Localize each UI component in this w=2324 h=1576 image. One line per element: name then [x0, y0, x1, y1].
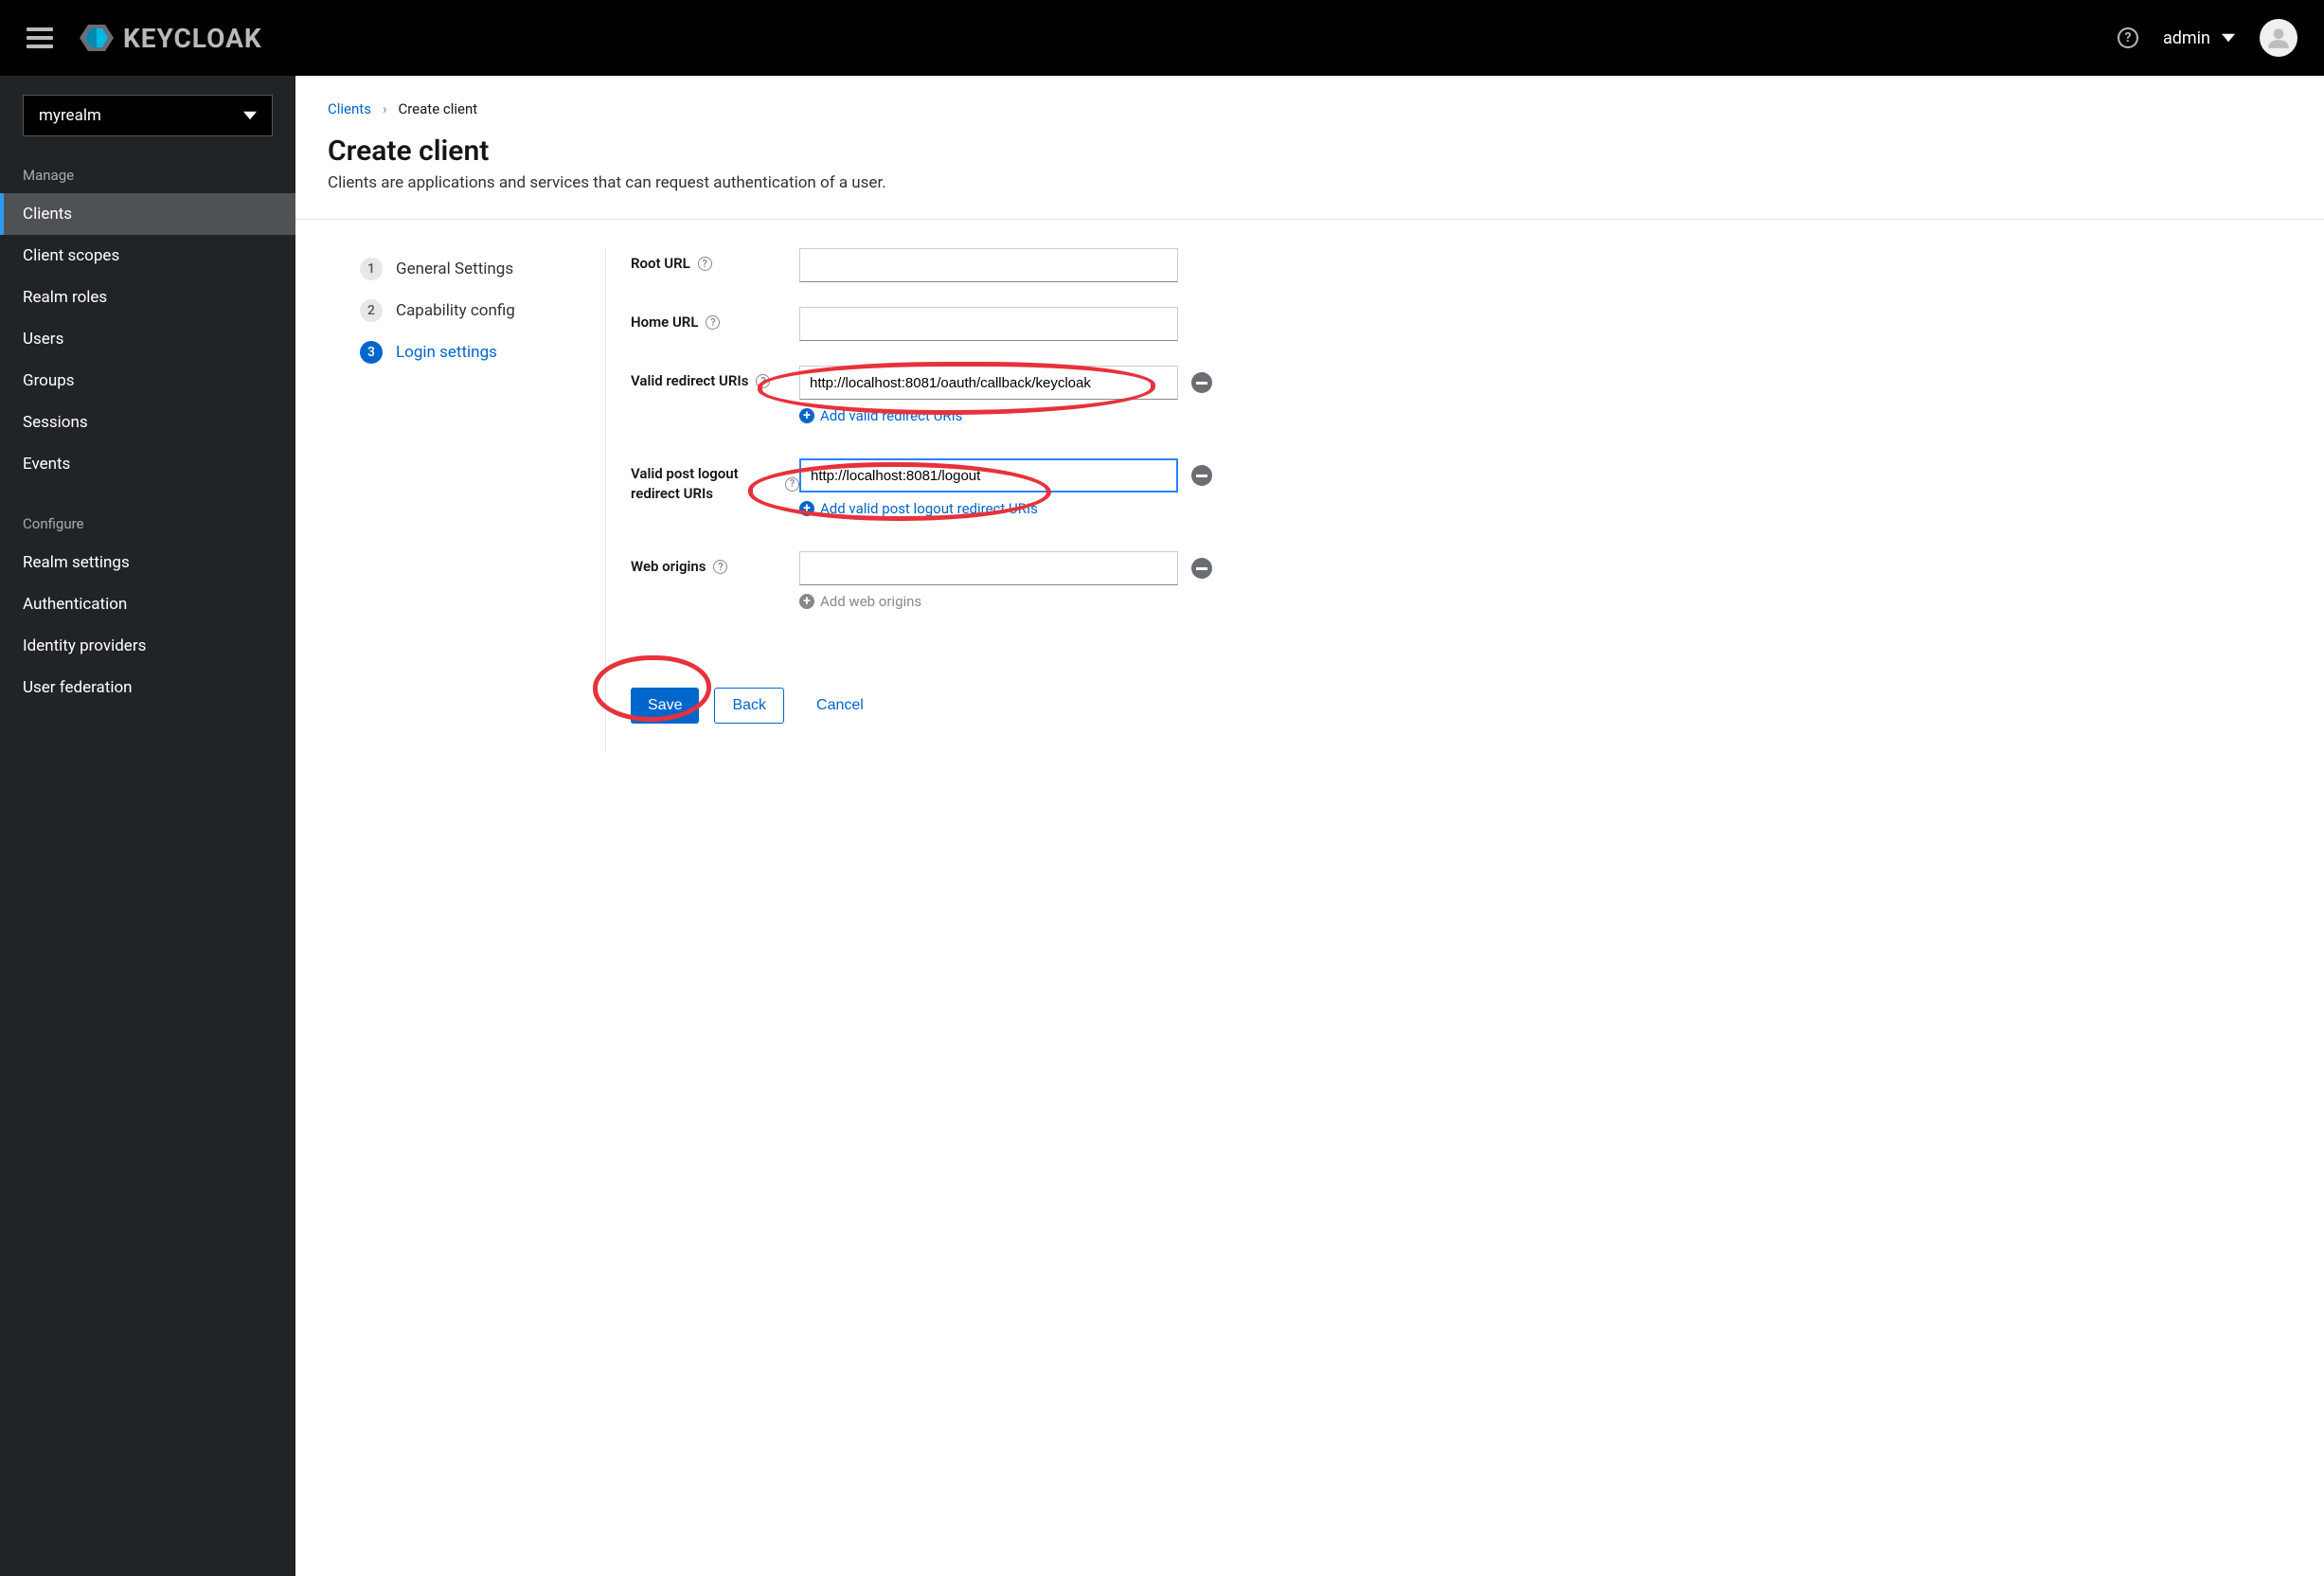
- help-tooltip-icon[interactable]: ?: [756, 374, 770, 388]
- step-number: 1: [360, 258, 383, 280]
- app-header: KEYCLOAK ? admin: [0, 0, 2324, 76]
- wizard-footer: Save Back Cancel: [631, 667, 2254, 752]
- help-tooltip-icon[interactable]: ?: [713, 560, 727, 574]
- page-title: Create client: [328, 134, 2292, 168]
- step-capability-config[interactable]: 2 Capability config: [360, 290, 586, 331]
- keycloak-icon: [80, 21, 114, 55]
- remove-redirect-uri-button[interactable]: [1191, 372, 1212, 393]
- minus-icon: [1196, 567, 1207, 570]
- sidebar-heading-manage: Manage: [0, 153, 295, 193]
- step-label: General Settings: [396, 260, 513, 278]
- home-url-label: Home URL ?: [631, 307, 799, 332]
- remove-logout-uri-button[interactable]: [1191, 465, 1212, 486]
- step-label: Capability config: [396, 301, 515, 320]
- web-origins-label: Web origins ?: [631, 551, 799, 577]
- sidebar-item-events[interactable]: Events: [0, 443, 295, 485]
- sidebar-item-client-scopes[interactable]: Client scopes: [0, 235, 295, 277]
- add-web-origin-link[interactable]: + Add web origins: [799, 593, 2254, 610]
- breadcrumb: Clients › Create client: [328, 100, 2292, 117]
- sidebar-item-groups[interactable]: Groups: [0, 360, 295, 402]
- minus-icon: [1196, 475, 1207, 477]
- help-tooltip-icon[interactable]: ?: [698, 257, 712, 271]
- logout-uris-label: Valid post logout redirect URIs ?: [631, 458, 799, 504]
- breadcrumb-parent[interactable]: Clients: [328, 100, 371, 117]
- sidebar-item-authentication[interactable]: Authentication: [0, 583, 295, 625]
- user-menu-label: admin: [2163, 28, 2210, 48]
- caret-down-icon: [243, 109, 257, 122]
- sidebar-item-realm-settings[interactable]: Realm settings: [0, 542, 295, 583]
- sidebar-heading-configure: Configure: [0, 502, 295, 542]
- add-logout-uri-link[interactable]: + Add valid post logout redirect URIs: [799, 500, 2254, 517]
- chevron-right-icon: ›: [383, 100, 387, 117]
- step-login-settings[interactable]: 3 Login settings: [360, 331, 586, 373]
- redirect-uris-label: Valid redirect URIs ?: [631, 366, 799, 391]
- step-general-settings[interactable]: 1 General Settings: [360, 248, 586, 290]
- help-tooltip-icon[interactable]: ?: [785, 477, 799, 492]
- avatar[interactable]: [2260, 19, 2297, 57]
- header-right: ? admin: [2118, 19, 2297, 57]
- remove-web-origin-button[interactable]: [1191, 558, 1212, 579]
- step-label: Login settings: [396, 343, 497, 362]
- brand-text: KEYCLOAK: [123, 23, 262, 54]
- plus-circle-icon: +: [799, 408, 814, 423]
- sidebar-item-user-federation[interactable]: User federation: [0, 667, 295, 708]
- home-url-input[interactable]: [799, 307, 1178, 341]
- help-icon[interactable]: ?: [2118, 27, 2138, 48]
- step-number: 2: [360, 299, 383, 322]
- sidebar-item-clients[interactable]: Clients: [0, 193, 295, 235]
- brand-logo[interactable]: KEYCLOAK: [80, 21, 262, 55]
- caret-down-icon: [2222, 31, 2235, 45]
- step-number: 3: [360, 341, 383, 364]
- sidebar-item-sessions[interactable]: Sessions: [0, 402, 295, 443]
- sidebar-item-identity-providers[interactable]: Identity providers: [0, 625, 295, 667]
- plus-circle-icon: +: [799, 594, 814, 609]
- user-icon: [2266, 26, 2291, 50]
- page-description: Clients are applications and services th…: [328, 173, 2292, 192]
- add-redirect-uri-link[interactable]: + Add valid redirect URIs: [799, 407, 2254, 424]
- realm-selector[interactable]: myrealm: [23, 95, 273, 136]
- redirect-uri-input[interactable]: [799, 366, 1178, 400]
- plus-circle-icon: +: [799, 501, 814, 516]
- help-tooltip-icon[interactable]: ?: [706, 315, 720, 330]
- logout-uri-input[interactable]: [799, 458, 1178, 492]
- sidebar: myrealm Manage Clients Client scopes Rea…: [0, 76, 295, 1576]
- sidebar-item-realm-roles[interactable]: Realm roles: [0, 277, 295, 318]
- login-settings-form: Root URL ? Home URL ?: [606, 248, 2292, 752]
- root-url-label: Root URL ?: [631, 248, 799, 274]
- minus-icon: [1196, 382, 1207, 385]
- sidebar-item-users[interactable]: Users: [0, 318, 295, 360]
- header-left: KEYCLOAK: [27, 21, 262, 55]
- wizard-steps: 1 General Settings 2 Capability config 3…: [360, 248, 606, 752]
- breadcrumb-current: Create client: [398, 100, 477, 117]
- main-content: Clients › Create client Create client Cl…: [295, 76, 2324, 1576]
- hamburger-menu-button[interactable]: [27, 27, 53, 48]
- save-button[interactable]: Save: [631, 688, 699, 724]
- root-url-input[interactable]: [799, 248, 1178, 282]
- user-menu[interactable]: admin: [2163, 28, 2235, 48]
- realm-selector-label: myrealm: [39, 106, 101, 125]
- web-origin-input[interactable]: [799, 551, 1178, 585]
- cancel-button[interactable]: Cancel: [799, 688, 881, 724]
- back-button[interactable]: Back: [714, 688, 784, 724]
